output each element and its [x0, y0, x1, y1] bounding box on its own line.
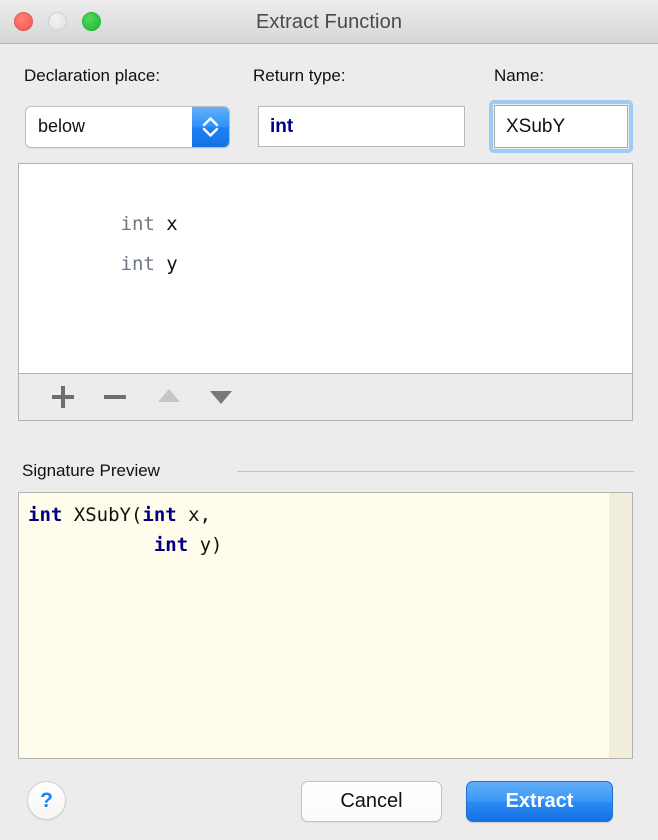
signature-return-keyword: int	[28, 504, 63, 526]
declaration-place-select[interactable]: below	[25, 106, 230, 148]
minus-icon	[104, 395, 126, 399]
name-input[interactable]: XSubY	[494, 105, 628, 148]
signature-preview-separator	[237, 471, 634, 472]
name-value: XSubY	[506, 116, 566, 137]
help-button[interactable]: ?	[27, 781, 66, 820]
extract-button[interactable]: Extract	[466, 781, 613, 822]
declaration-place-value: below	[38, 116, 86, 136]
signature-param1-name: x,	[176, 504, 212, 526]
parameter-type: int	[120, 253, 167, 275]
preview-scrollbar-track[interactable]	[609, 493, 632, 758]
signature-preview-panel: int XSubY(int x, int y)	[18, 492, 633, 759]
triangle-up-icon	[158, 389, 180, 402]
signature-preview-code: int XSubY(int x, int y)	[28, 500, 223, 560]
window-title: Extract Function	[255, 11, 403, 33]
stepper-updown-icon[interactable]	[192, 107, 229, 147]
triangle-down-icon	[210, 391, 232, 404]
add-parameter-button[interactable]	[37, 374, 89, 420]
parameter-toolbar	[19, 373, 632, 420]
cancel-button[interactable]: Cancel	[301, 781, 442, 822]
parameter-list[interactable]: int x int y	[19, 164, 632, 373]
extract-function-dialog: Extract Function Declaration place: Retu…	[0, 0, 658, 840]
signature-preview-label: Signature Preview	[22, 461, 160, 480]
signature-param2-name: y)	[188, 534, 223, 556]
plus-icon	[52, 386, 74, 408]
move-parameter-up-button[interactable]	[143, 374, 195, 420]
signature-param2-keyword: int	[153, 534, 189, 556]
declaration-place-label: Declaration place:	[24, 66, 161, 85]
signature-param1-keyword: int	[142, 504, 177, 526]
name-label: Name:	[494, 66, 545, 85]
parameter-name: y	[166, 253, 178, 275]
parameter-list-panel: int x int y	[18, 163, 633, 421]
title-bar: Extract Function	[0, 0, 658, 44]
table-row[interactable]: int x	[19, 164, 632, 235]
chevron-updown-icon	[202, 117, 219, 137]
remove-parameter-button[interactable]	[89, 374, 141, 420]
return-type-label: Return type:	[253, 66, 346, 85]
signature-function-open: XSubY(	[62, 504, 143, 526]
move-parameter-down-button[interactable]	[195, 374, 247, 420]
return-type-value: int	[270, 116, 294, 137]
table-row[interactable]: int y	[19, 204, 632, 275]
signature-line2-indent	[28, 534, 154, 556]
return-type-input[interactable]: int	[258, 106, 465, 147]
